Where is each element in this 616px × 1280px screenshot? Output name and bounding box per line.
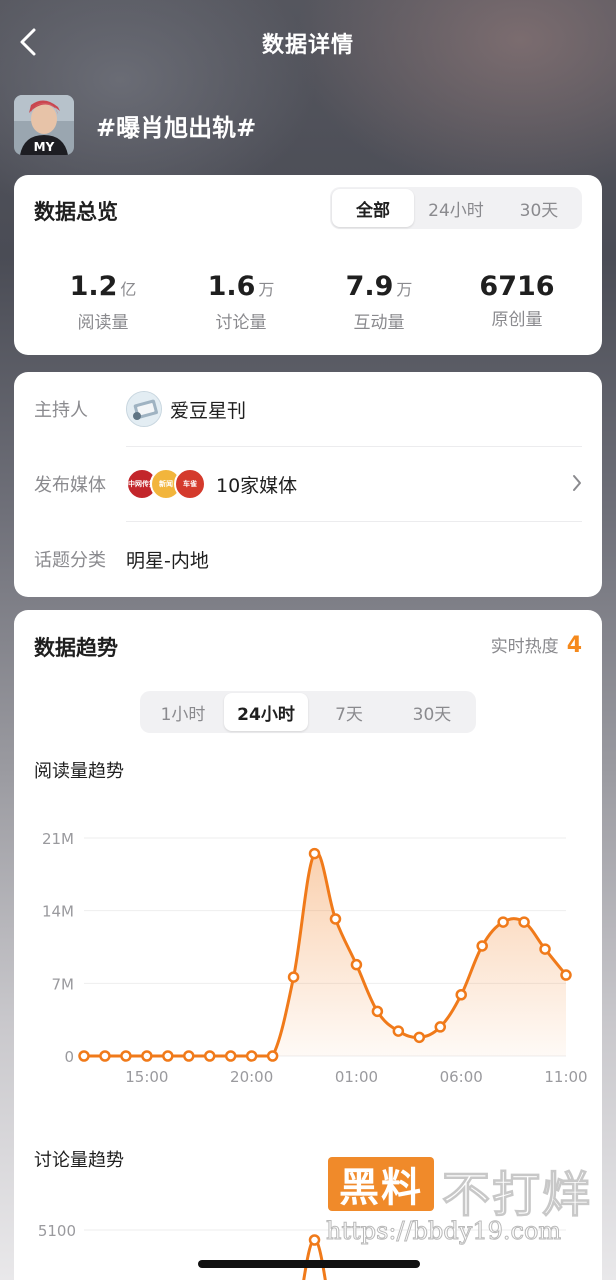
data-point	[392, 1025, 405, 1037]
y-tick-label: 14M	[42, 903, 74, 921]
realtime-heat: 实时热度 4	[491, 632, 582, 658]
y-tick-label: 21M	[42, 830, 74, 848]
data-point	[141, 1050, 153, 1062]
heat-label: 实时热度	[490, 637, 559, 657]
tab-7d[interactable]: 7天	[308, 693, 390, 731]
data-point	[287, 971, 300, 983]
watermark-logo: 黑料	[328, 1157, 434, 1211]
home-indicator[interactable]	[198, 1260, 420, 1268]
media-value: 中网传播 新闻 车雀 10家媒体	[126, 468, 297, 500]
stat-interact-label: 互动量	[353, 313, 405, 333]
heat-value: 4	[566, 633, 582, 658]
host-avatar	[126, 391, 162, 427]
data-point	[203, 1050, 216, 1062]
overview-range-tabs: 全部 24小时 30天	[330, 187, 582, 229]
data-point	[183, 1050, 195, 1062]
media-row[interactable]: 发布媒体 中网传播 新闻 车雀 10家媒体	[14, 447, 602, 521]
data-point	[78, 1050, 90, 1062]
trend-range-tabs: 1小时 24小时 7天 30天	[140, 691, 476, 733]
stat-discuss-value: 1.6	[207, 271, 256, 302]
stat-read-label: 阅读量	[77, 313, 129, 333]
navbar: 数据详情	[0, 0, 616, 84]
stat-read-value: 1.2	[69, 271, 118, 302]
data-point	[455, 989, 467, 1001]
category-value: 明星-内地	[126, 546, 209, 573]
data-point	[266, 1050, 279, 1062]
tab-all[interactable]: 全部	[332, 189, 414, 227]
tab-30d[interactable]: 30天	[390, 693, 474, 731]
topic-header: MY #曝肖旭出轨#	[14, 95, 256, 155]
y-tick-label: 0	[64, 1048, 74, 1066]
chevron-right-icon	[573, 475, 581, 491]
media-label: 发布媒体	[34, 475, 106, 496]
x-tick-label: 20:00	[230, 1068, 273, 1086]
svg-text:MY: MY	[34, 140, 55, 154]
x-tick-label: 01:00	[335, 1068, 378, 1086]
stat-original-label: 原创量	[491, 310, 543, 330]
tab-1h[interactable]: 1小时	[142, 693, 224, 731]
data-point	[350, 958, 363, 971]
stat-interact: 7.9 万 互动量	[310, 271, 448, 333]
tab-30d[interactable]: 30天	[498, 189, 580, 227]
series-area	[84, 852, 566, 1056]
data-point	[476, 940, 488, 952]
data-point	[329, 913, 342, 925]
x-tick-label: 11:00	[544, 1068, 587, 1086]
data-point	[371, 1005, 384, 1018]
discuss-chart-title: 讨论量趋势	[34, 1150, 124, 1171]
stat-read-unit: 亿	[120, 280, 137, 299]
x-tick-label: 15:00	[125, 1068, 168, 1086]
data-point	[224, 1050, 237, 1062]
host-label: 主持人	[34, 400, 88, 421]
stat-original-value: 6716	[479, 271, 555, 302]
page-title: 数据详情	[261, 33, 354, 58]
stat-discuss-unit: 万	[258, 280, 275, 299]
stat-interact-value: 7.9	[345, 271, 394, 302]
data-point	[497, 916, 509, 928]
data-point	[308, 1234, 321, 1246]
y-tick-label: 5100	[38, 1222, 76, 1240]
watermark-url: https://bbdy19.com	[325, 1217, 562, 1246]
data-point	[308, 847, 321, 860]
data-point	[162, 1050, 174, 1062]
category-name: 明星-内地	[126, 549, 209, 572]
host-value: 爱豆星刊	[126, 391, 246, 427]
stat-discuss-label: 讨论量	[215, 313, 267, 333]
x-tick-label: 06:00	[440, 1068, 483, 1086]
tab-24h[interactable]: 24小时	[414, 189, 498, 227]
watermark-text: 不打烊	[441, 1167, 593, 1224]
y-tick-label: 7M	[52, 975, 75, 993]
overview-card: 数据总览 全部 24小时 30天 1.2 亿 阅读量 1.6 万 讨论量 7.9 万 …	[14, 175, 602, 355]
data-point	[99, 1050, 111, 1062]
stat-original: 6716 原创量	[448, 271, 586, 333]
trend-title: 数据趋势	[34, 636, 118, 660]
category-row: 话题分类 明星-内地	[14, 522, 602, 596]
host-row[interactable]: 主持人 爱豆星刊	[14, 372, 602, 446]
tab-24h[interactable]: 24小时	[224, 693, 308, 731]
stat-read: 1.2 亿 阅读量	[34, 271, 172, 333]
topic-avatar: MY	[14, 95, 74, 155]
stat-discuss: 1.6 万 讨论量	[172, 271, 310, 333]
data-point	[245, 1050, 258, 1062]
watermark: 黑料 不打烊 https://bbdy19.com	[325, 1155, 616, 1255]
host-name: 爱豆星刊	[170, 399, 247, 422]
data-point	[434, 1021, 447, 1033]
overview-stats: 1.2 亿 阅读量 1.6 万 讨论量 7.9 万 互动量 6716 原创量	[14, 271, 602, 333]
data-point	[539, 943, 551, 955]
data-point	[413, 1031, 426, 1044]
media-avatars: 中网传播 新闻 车雀	[126, 468, 206, 500]
info-card: 主持人 爱豆星刊 发布媒体 中网传播 新闻 车雀 10家媒体 话题分类 明星-内…	[14, 372, 602, 597]
data-point	[518, 916, 530, 928]
media-count: 10家媒体	[216, 474, 298, 497]
data-point	[120, 1050, 132, 1062]
stat-interact-unit: 万	[396, 280, 413, 299]
read-chart-title: 阅读量趋势	[34, 761, 124, 782]
category-label: 话题分类	[34, 550, 106, 571]
data-point	[560, 969, 572, 981]
overview-title: 数据总览	[34, 200, 118, 224]
read-trend-chart: 0 7M 14M 21M 15:00 20:00 01:00 06:00 11:00	[42, 830, 588, 1086]
topic-title: #曝肖旭出轨#	[96, 113, 257, 142]
media-avatar: 车雀	[174, 468, 206, 500]
